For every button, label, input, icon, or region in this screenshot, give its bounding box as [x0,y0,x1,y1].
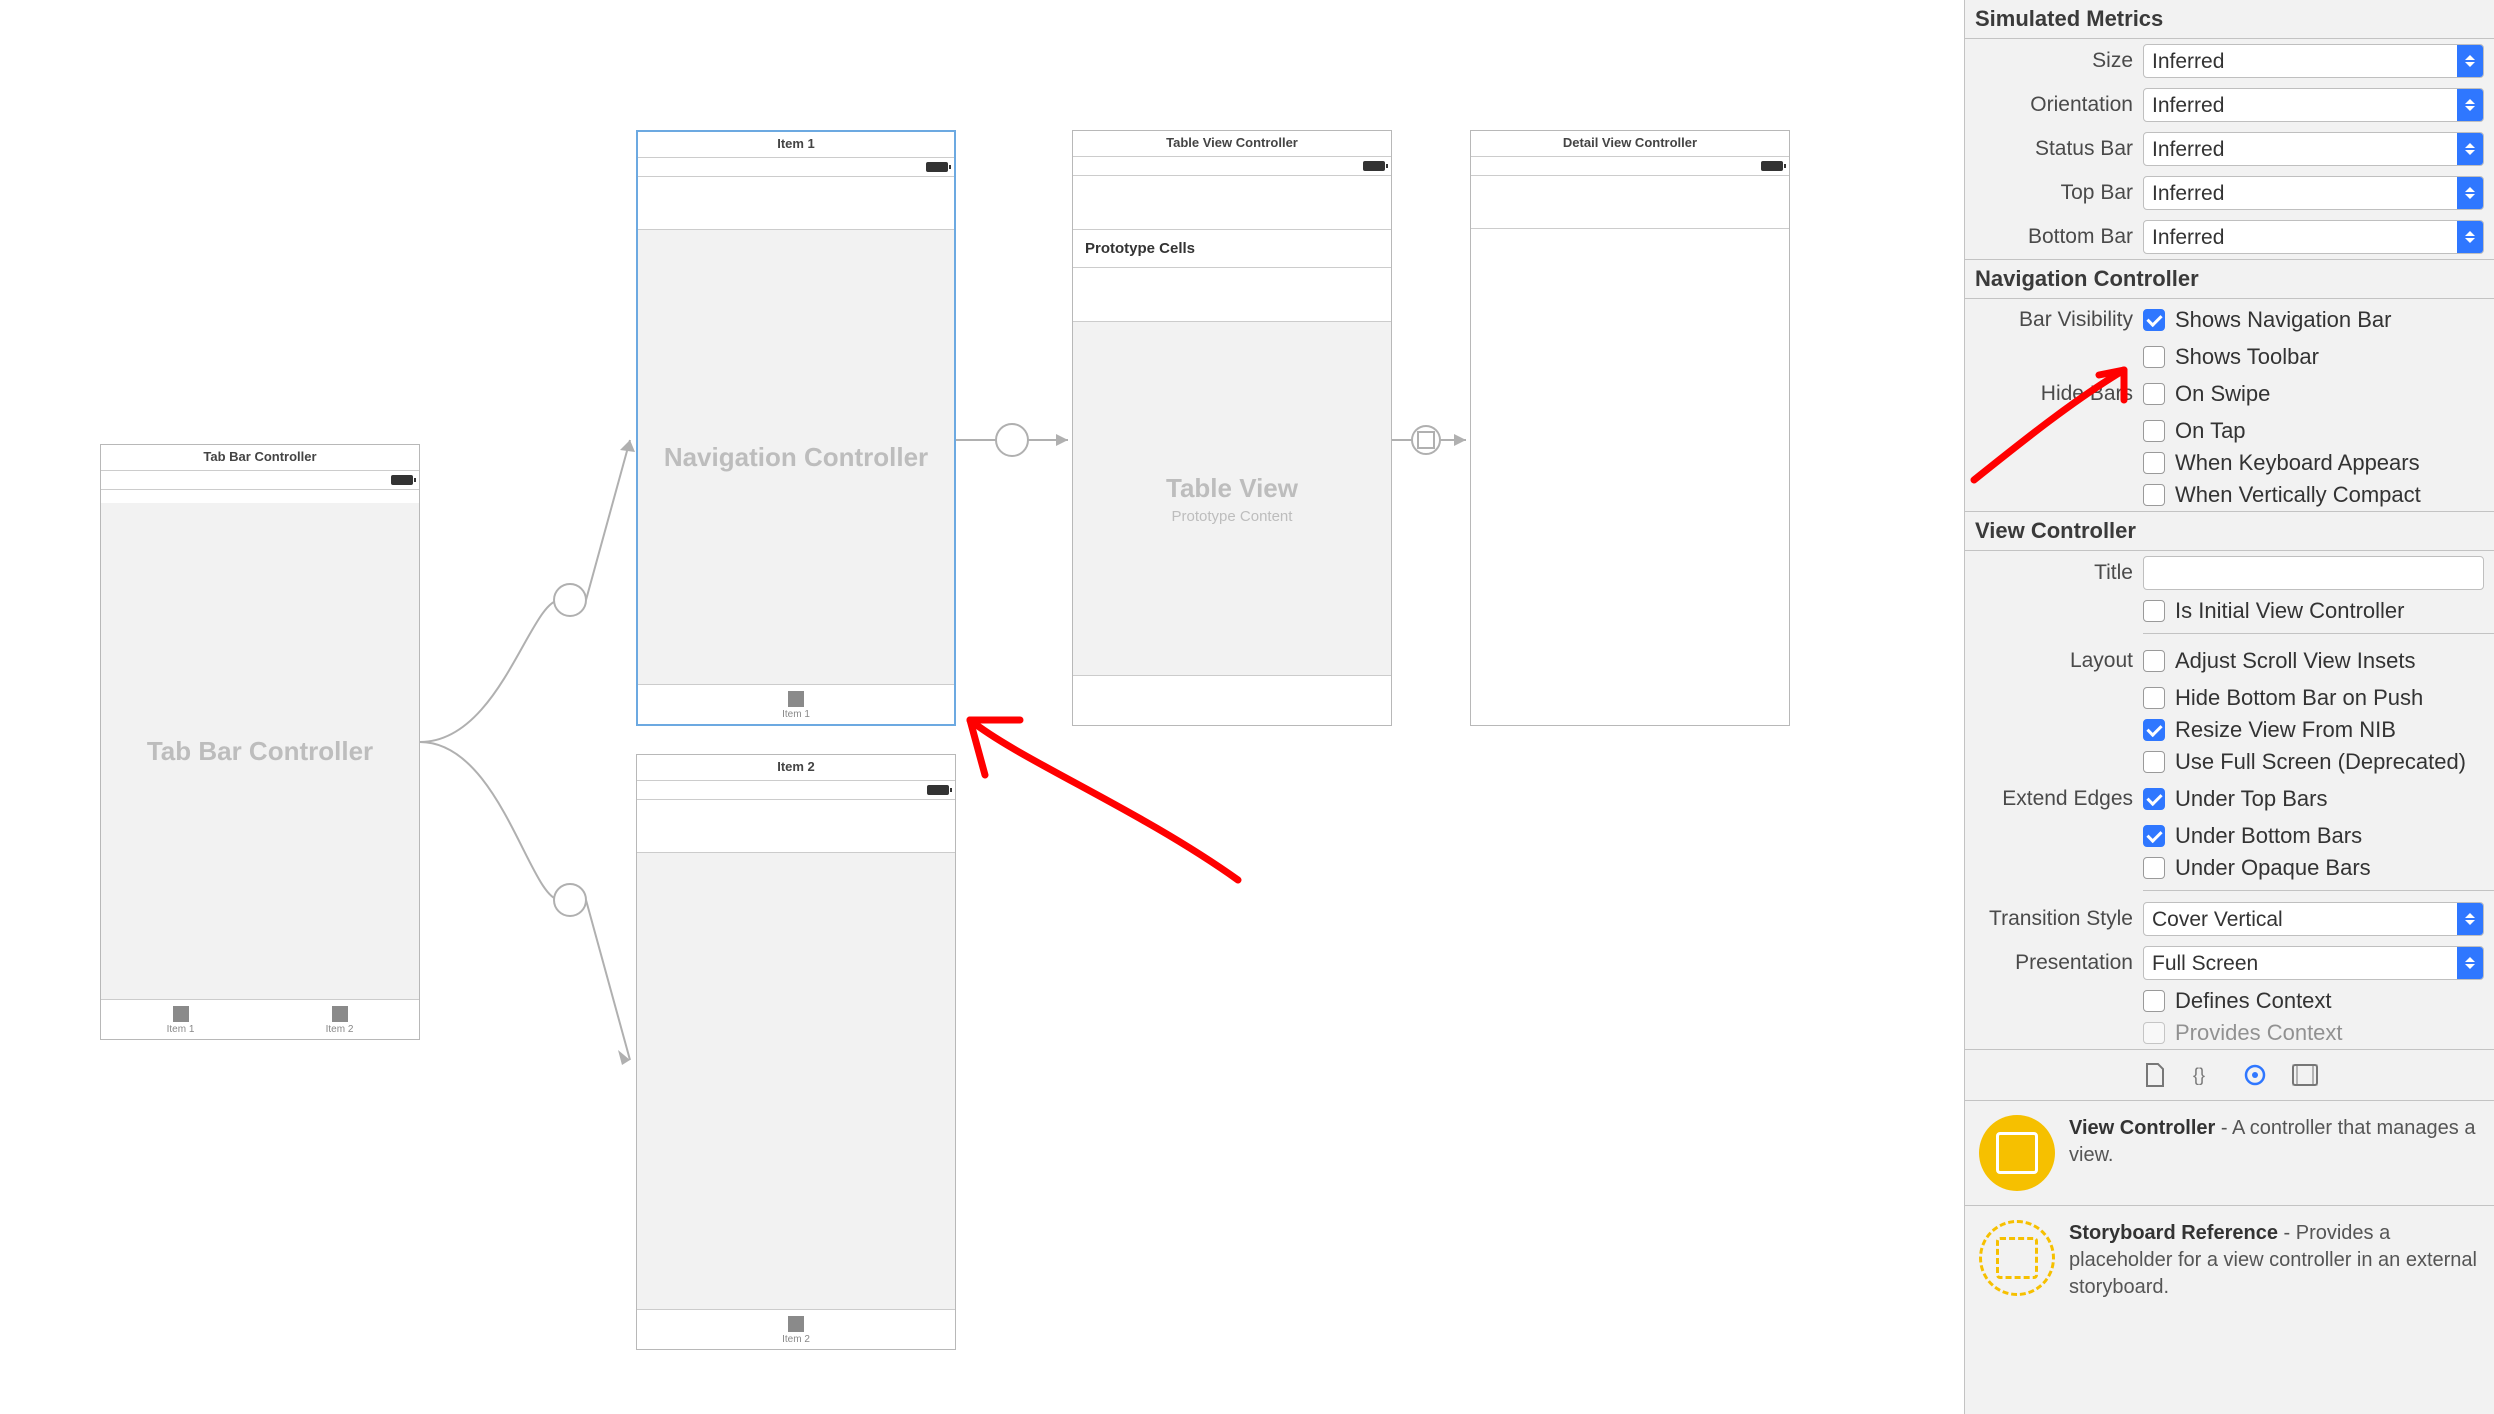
chevron-updown-icon [2457,177,2483,209]
media-library-icon[interactable] [2292,1062,2318,1088]
scene-title: Table View Controller [1073,131,1391,157]
checkbox-hide-bottom[interactable] [2143,687,2165,709]
checkbox-full-screen-dep[interactable] [2143,751,2165,773]
checkbox-shows-toolbar[interactable] [2143,346,2165,368]
checkbox-under-bottom[interactable] [2143,825,2165,847]
chevron-updown-icon [2457,221,2483,253]
tab-label: Item 2 [260,1024,419,1035]
placeholder-text: Navigation Controller [664,442,928,473]
tab-icon [173,1006,189,1022]
label-bottom-bar: Bottom Bar [1975,225,2133,249]
battery-icon [926,162,948,172]
code-snippet-icon[interactable]: {} [2192,1062,2218,1088]
battery-icon [927,785,949,795]
section-view-controller: View Controller [1965,511,2494,551]
label-presentation: Presentation [1975,951,2133,975]
checkbox-shows-nav-bar[interactable] [2143,309,2165,331]
select-status-bar[interactable]: Inferred [2143,132,2484,166]
placeholder-text: Tab Bar Controller [147,736,373,767]
checkbox-when-keyboard[interactable] [2143,452,2165,474]
tab-item-2[interactable]: Item 2 [260,1000,419,1039]
section-simulated-metrics: Simulated Metrics [1965,0,2494,39]
scene-table-view-controller[interactable]: Table View Controller Prototype Cells Ta… [1072,130,1392,726]
object-library-icon[interactable] [2242,1062,2268,1088]
placeholder-text: Table View [1166,473,1298,504]
library-item-storyboard-ref[interactable]: Storyboard Reference - Provides a placeh… [1965,1205,2494,1315]
select-bottom-bar[interactable]: Inferred [2143,220,2484,254]
storyboard-canvas[interactable]: Tab Bar Controller Tab Bar Controller It… [0,0,1964,1414]
label-size: Size [1975,49,2133,73]
checkbox-on-swipe[interactable] [2143,383,2165,405]
scene-tab-bar-controller[interactable]: Tab Bar Controller Tab Bar Controller It… [100,444,420,1040]
checkbox-on-tap[interactable] [2143,420,2165,442]
scene-nav-controller-1[interactable]: Item 1 Navigation Controller Item 1 [636,130,956,726]
chevron-updown-icon [2457,947,2483,979]
battery-icon [391,475,413,485]
label-orientation: Orientation [1975,93,2133,117]
tab-label: Item 1 [101,1024,260,1035]
label-hide-bars: Hide Bars [1975,382,2133,406]
tab-bar: Item 1 Item 2 [101,999,419,1039]
tab-bar: Item 1 [638,684,954,724]
battery-icon [1363,161,1385,171]
checkbox-adjust-scroll[interactable] [2143,650,2165,672]
label-top-bar: Top Bar [1975,181,2133,205]
tab-bar: Item 2 [637,1309,955,1349]
label-bar-visibility: Bar Visibility [1975,308,2133,332]
select-orientation[interactable]: Inferred [2143,88,2484,122]
scene-title: Item 2 [637,755,955,781]
view-controller-icon [1979,1115,2055,1191]
chevron-updown-icon [2457,903,2483,935]
library-toolbar: {} [1965,1049,2494,1100]
tab-item[interactable]: Item 2 [637,1310,955,1349]
scene-title: Detail View Controller [1471,131,1789,157]
file-template-icon[interactable] [2142,1062,2168,1088]
section-navigation-controller: Navigation Controller [1965,259,2494,299]
select-top-bar[interactable]: Inferred [2143,176,2484,210]
input-title[interactable] [2143,556,2484,590]
tab-item[interactable]: Item 1 [638,685,954,724]
select-presentation[interactable]: Full Screen [2143,946,2484,980]
tab-icon [788,1316,804,1332]
label-transition-style: Transition Style [1975,907,2133,931]
tab-label: Item 1 [638,709,954,720]
chevron-updown-icon [2457,133,2483,165]
scene-title: Item 1 [638,132,954,158]
select-size[interactable]: Inferred [2143,44,2484,78]
tab-item-1[interactable]: Item 1 [101,1000,260,1039]
inspector-panel: Simulated Metrics Size Inferred Orientat… [1964,0,2494,1414]
checkbox-defines-context[interactable] [2143,990,2165,1012]
library-item-view-controller[interactable]: View Controller - A controller that mana… [1965,1100,2494,1205]
prototype-cells-header: Prototype Cells [1073,229,1391,268]
checkbox-under-opaque[interactable] [2143,857,2165,879]
tab-label: Item 2 [637,1334,955,1345]
battery-icon [1761,161,1783,171]
checkbox-under-top[interactable] [2143,788,2165,810]
checkbox-provides-context[interactable] [2143,1022,2165,1044]
scene-title: Tab Bar Controller [101,445,419,471]
storyboard-reference-icon [1979,1220,2055,1296]
checkbox-resize-nib[interactable] [2143,719,2165,741]
placeholder-subtext: Prototype Content [1172,508,1293,525]
chevron-updown-icon [2457,89,2483,121]
label-title: Title [1975,561,2133,585]
tab-icon [332,1006,348,1022]
svg-text:{}: {} [2193,1065,2205,1085]
select-transition-style[interactable]: Cover Vertical [2143,902,2484,936]
label-extend-edges: Extend Edges [1975,787,2133,811]
checkbox-is-initial[interactable] [2143,600,2165,622]
checkbox-when-compact[interactable] [2143,484,2165,506]
label-layout: Layout [1975,649,2133,673]
tab-icon [788,691,804,707]
label-status-bar: Status Bar [1975,137,2133,161]
chevron-updown-icon [2457,45,2483,77]
scene-nav-controller-2[interactable]: Item 2 Item 2 [636,754,956,1350]
scene-detail-view-controller[interactable]: Detail View Controller [1470,130,1790,726]
